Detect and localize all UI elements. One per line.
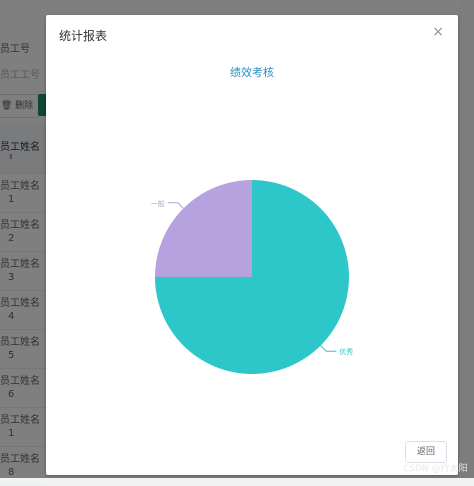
chart-title: 绩效考核 (230, 65, 274, 79)
close-icon[interactable]: × (432, 24, 444, 40)
dialog-title: 统计报表 (59, 29, 108, 43)
statistics-dialog: 统计报表 × 绩效考核 优秀 一般 返回 (46, 15, 458, 475)
pie-slice-1[interactable] (155, 180, 252, 277)
pie-leader-line-1 (167, 202, 184, 209)
pie-label-0: 优秀 (339, 347, 353, 356)
pie-chart: 绩效考核 优秀 一般 (151, 65, 353, 374)
pie-leader-line-0 (320, 345, 337, 352)
watermark: CSDN @行太阳 (403, 464, 468, 474)
return-button[interactable]: 返回 (405, 441, 447, 463)
pie-label-1: 一般 (151, 199, 165, 208)
